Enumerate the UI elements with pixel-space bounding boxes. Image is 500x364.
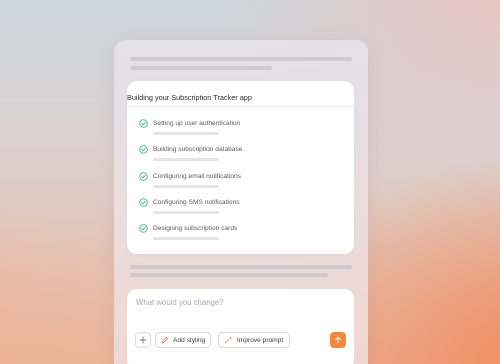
skeleton-line (130, 57, 352, 61)
improve-prompt-button[interactable]: Improve prompt (218, 332, 290, 348)
task-skeleton (153, 132, 219, 135)
task-label: Designing subscription cards (153, 225, 238, 232)
add-attachment-button[interactable] (135, 332, 151, 348)
send-button[interactable] (330, 332, 346, 348)
check-circle-icon (139, 145, 148, 154)
task-item: Configuring SMS notifications (139, 198, 339, 216)
task-label: Configuring email notifications (153, 173, 241, 180)
task-item: Building subscription database (139, 145, 339, 163)
task-item: Setting up user authentication (139, 119, 339, 137)
arrow-up-icon (335, 336, 341, 344)
task-item: Designing subscription cards (139, 224, 339, 242)
prompt-composer[interactable]: What would you change? Add styling Impro… (127, 289, 354, 364)
sparkle-icon (224, 336, 232, 344)
check-circle-icon (139, 172, 148, 181)
pencil-icon (161, 336, 169, 344)
chat-panel: Building your Subscription Tracker app S… (114, 40, 368, 364)
prompt-input[interactable]: What would you change? (136, 298, 224, 307)
task-skeleton (153, 211, 219, 214)
add-styling-label: Add styling (173, 336, 206, 344)
progress-card-title: Building your Subscription Tracker app (127, 93, 252, 102)
task-skeleton (153, 185, 219, 188)
task-item: Configuring email notifications (139, 172, 339, 190)
plus-icon (139, 336, 147, 344)
check-circle-icon (139, 119, 148, 128)
check-circle-icon (139, 224, 148, 233)
task-label: Configuring SMS notifications (153, 199, 240, 206)
task-skeleton (153, 237, 219, 240)
check-circle-icon (139, 198, 148, 207)
skeleton-line (130, 66, 272, 70)
skeleton-line (130, 273, 328, 277)
improve-prompt-label: Improve prompt (237, 336, 284, 344)
add-styling-button[interactable]: Add styling (155, 332, 211, 348)
task-label: Setting up user authentication (153, 120, 241, 127)
card-divider (126, 106, 356, 107)
task-skeleton (153, 158, 219, 161)
skeleton-line (130, 265, 352, 269)
task-label: Building subscription database (153, 146, 243, 153)
